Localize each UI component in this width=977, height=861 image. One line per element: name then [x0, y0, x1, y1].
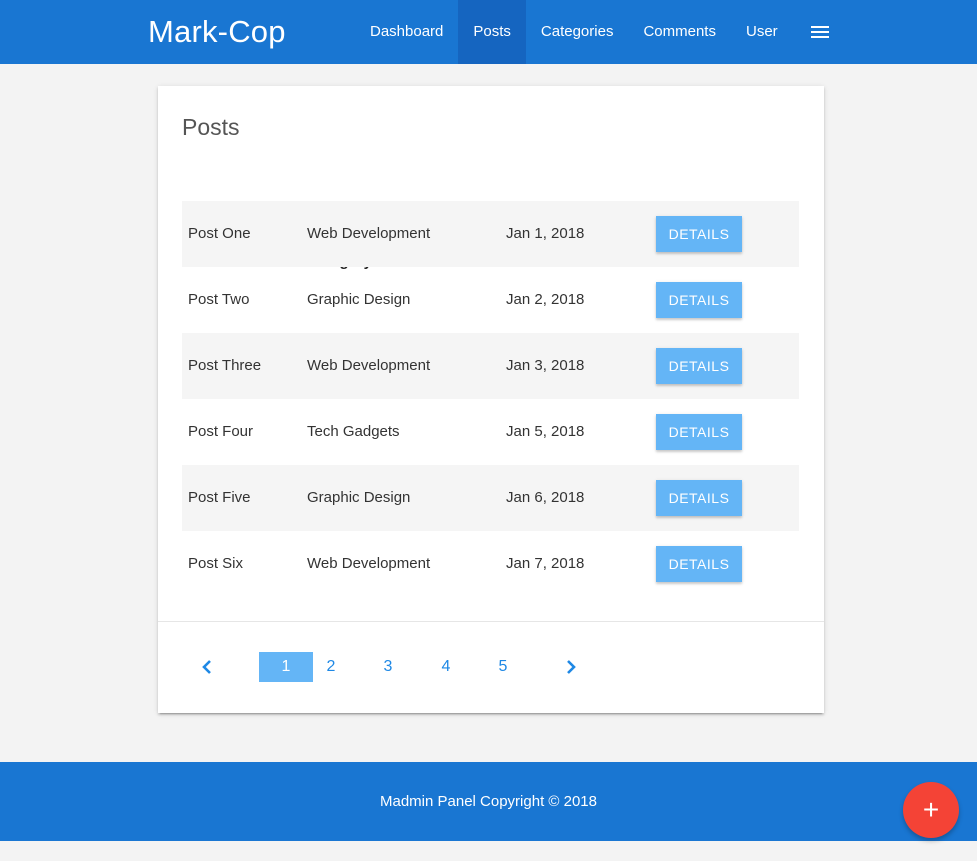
page-button-5[interactable]: 5	[476, 652, 530, 682]
post-title-cell: Post Five	[188, 489, 251, 506]
post-category-cell: Web Development	[307, 555, 431, 572]
nav-links: Dashboard Posts Categories Comments User	[355, 0, 847, 64]
details-button[interactable]: DETAILS	[656, 414, 742, 450]
page-button-2[interactable]: 2	[304, 652, 358, 682]
post-date-cell: Jan 6, 2018	[506, 489, 585, 506]
card-title: Posts	[182, 114, 240, 140]
pagination: 1 2 3 4 5	[158, 652, 824, 682]
post-date-cell: Jan 1, 2018	[506, 225, 585, 242]
table-row: Post One Web Development Jan 1, 2018 DET…	[182, 201, 799, 267]
post-title-cell: Post Three	[188, 357, 262, 374]
chevron-right-icon[interactable]	[559, 655, 583, 679]
top-navbar: Mark-Cop Dashboard Posts Categories Comm…	[0, 0, 977, 64]
post-category-cell: Web Development	[307, 225, 431, 242]
table-row: Post Three Web Development Jan 3, 2018 D…	[182, 333, 799, 399]
post-date-cell: Jan 2, 2018	[506, 291, 585, 308]
nav-link-dashboard[interactable]: Dashboard	[355, 0, 458, 64]
post-title-cell: Post Six	[188, 555, 244, 572]
post-date-cell: Jan 7, 2018	[506, 555, 585, 572]
table-row: Post Six Web Development Jan 7, 2018 DET…	[182, 531, 799, 597]
brand-logo[interactable]: Mark-Cop	[148, 14, 286, 50]
hamburger-menu-icon[interactable]	[793, 0, 847, 64]
page-button-3[interactable]: 3	[361, 652, 415, 682]
post-category-cell: Graphic Design	[307, 291, 411, 308]
post-title-cell: Post Two	[188, 291, 250, 308]
post-date-cell: Jan 3, 2018	[506, 357, 585, 374]
footer: Madmin Panel Copyright © 2018	[0, 762, 977, 841]
table-row: Post Five Graphic Design Jan 6, 2018 DET…	[182, 465, 799, 531]
nav-link-user[interactable]: User	[731, 0, 793, 64]
post-category-cell: Web Development	[307, 357, 431, 374]
post-category-cell: Tech Gadgets	[307, 423, 400, 440]
post-title-cell: Post One	[188, 225, 251, 242]
plus-icon: +	[922, 794, 940, 825]
details-button[interactable]: DETAILS	[656, 216, 742, 252]
add-post-fab-button[interactable]: +	[903, 782, 959, 838]
nav-link-posts[interactable]: Posts	[458, 0, 526, 64]
post-title-cell: Post Four	[188, 423, 254, 440]
card-divider	[158, 621, 824, 622]
nav-link-comments[interactable]: Comments	[628, 0, 731, 64]
footer-copyright: Madmin Panel Copyright © 2018	[379, 793, 597, 810]
posts-card: Posts Title Category Date Created Post O…	[158, 86, 824, 713]
page-button-4[interactable]: 4	[419, 652, 473, 682]
nav-link-categories[interactable]: Categories	[526, 0, 629, 64]
details-button[interactable]: DETAILS	[656, 546, 742, 582]
details-button[interactable]: DETAILS	[656, 348, 742, 384]
table-row: Post Four Tech Gadgets Jan 5, 2018 DETAI…	[182, 399, 799, 465]
details-button[interactable]: DETAILS	[656, 282, 742, 318]
chevron-left-icon[interactable]	[195, 655, 219, 679]
post-date-cell: Jan 5, 2018	[506, 423, 585, 440]
post-category-cell: Graphic Design	[307, 489, 411, 506]
table-row: Post Two Graphic Design Jan 2, 2018 DETA…	[182, 267, 799, 333]
details-button[interactable]: DETAILS	[656, 480, 742, 516]
